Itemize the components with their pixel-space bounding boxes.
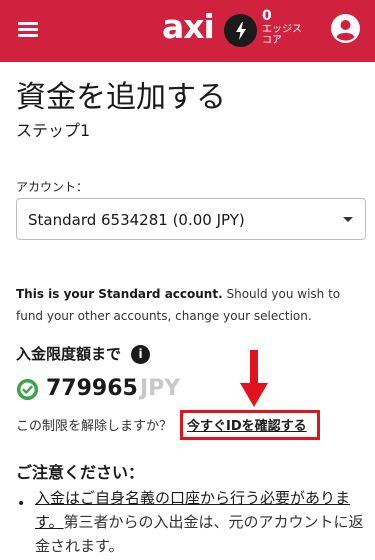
caution-text: 入金はご自身名義の口座から行う必要があります。第三者からの入出金は、元のアカウン…	[35, 486, 365, 558]
caution-rest-text: 第三者からの入出金は、元のアカウントに返金されます。	[35, 513, 364, 555]
axi-logo[interactable]: axi	[162, 9, 215, 45]
dropdown-arrow-icon	[343, 217, 353, 222]
remove-limit-question: この制限を解除しますか？	[16, 419, 173, 434]
info-icon[interactable]: i	[131, 345, 150, 364]
bullet-dot: •	[17, 496, 26, 512]
deposit-limit-amount: 779965	[46, 376, 138, 401]
page-title: 資金を追加する	[16, 80, 226, 115]
verify-id-link[interactable]: 今すぐIDを確認する	[187, 417, 307, 437]
lightning-bolt-icon[interactable]	[224, 14, 257, 47]
edge-score-label: エッジスコア	[262, 24, 302, 46]
check-circle-icon	[17, 379, 38, 400]
step-indicator: ステップ1	[16, 121, 91, 140]
account-select[interactable]: Standard 6534281 (0.00 JPY)	[16, 198, 366, 240]
edge-score-count: 0	[262, 8, 272, 24]
red-arrow-annotation-icon	[240, 350, 268, 407]
user-avatar-icon[interactable]	[331, 14, 360, 43]
deposit-limit-title: 入金限度額まで	[16, 345, 122, 363]
account-info-bold: This is your Standard account.	[16, 287, 223, 301]
account-info-text: This is your Standard account. Should yo…	[16, 283, 366, 327]
account-select-value: Standard 6534281 (0.00 JPY)	[28, 211, 245, 229]
caution-title: ご注意ください：	[16, 463, 145, 482]
hamburger-menu-icon[interactable]	[18, 22, 38, 38]
account-select-label: アカウント：	[16, 180, 89, 194]
top-navigation-bar: axi 0 エッジスコア	[0, 0, 375, 62]
deposit-limit-currency: JPY	[140, 376, 181, 401]
